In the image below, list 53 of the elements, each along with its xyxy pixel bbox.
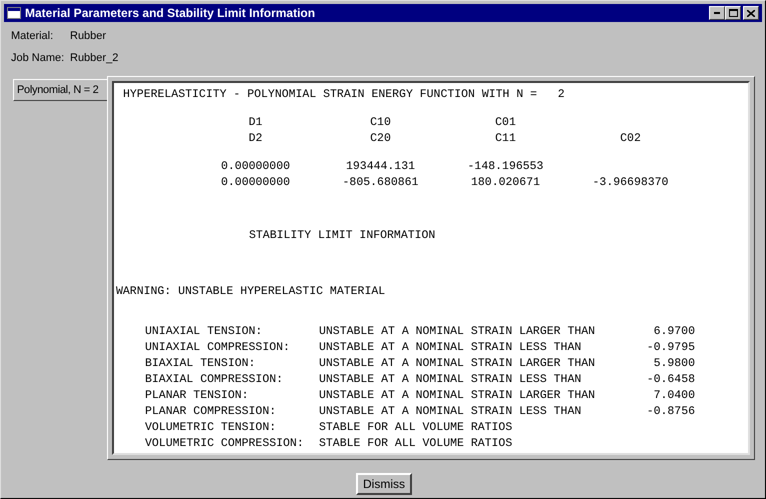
coefficient-value: -3.96698370 (592, 175, 670, 191)
stability-result: UNSTABLE AT A NOMINAL STRAIN LESS THAN (319, 372, 582, 388)
stability-mode: VOLUMETRIC COMPRESSION: (145, 436, 305, 452)
stability-mode: UNIAXIAL COMPRESSION: (145, 340, 291, 356)
coefficient-value: 180.020671 (470, 175, 541, 191)
tab[interactable]: Polynomial, N = 2 (13, 79, 107, 101)
stability-result: UNSTABLE AT A NOMINAL STRAIN LESS THAN (319, 404, 582, 420)
coefficient-value: 0.00000000 (220, 159, 291, 175)
field-value: Rubber (70, 28, 106, 44)
window-title: Material Parameters and Stability Limit Information (25, 5, 316, 22)
stability-mode: UNIAXIAL TENSION: (145, 324, 264, 340)
coefficient-label: C11 (494, 131, 517, 147)
coefficient-value: -805.680861 (342, 175, 420, 191)
close-icon (747, 10, 755, 16)
stability-result: STABLE FOR ALL VOLUME RATIOS (319, 420, 514, 436)
minimize-icon (714, 12, 720, 14)
coefficient-label: C20 (369, 131, 392, 147)
warning-text: WARNING: UNSTABLE HYPERELASTIC MATERIAL (116, 284, 386, 300)
coefficient-label: C02 (619, 131, 642, 147)
stability-mode: PLANAR COMPRESSION: (145, 404, 278, 420)
stability-value: -0.6458 (646, 372, 695, 388)
minimize-button[interactable] (709, 6, 725, 20)
field-label: Material: (11, 28, 54, 44)
stability-mode: PLANAR TENSION: (145, 388, 250, 404)
stability-result: UNSTABLE AT A NOMINAL STRAIN LESS THAN (319, 340, 582, 356)
coefficient-label: C10 (369, 115, 392, 131)
coefficient-label: C01 (494, 115, 517, 131)
stability-value: 7.0400 (652, 388, 695, 404)
stability-result: UNSTABLE AT A NOMINAL STRAIN LARGER THAN (319, 388, 596, 404)
stability-value: 5.9800 (652, 356, 695, 372)
coefficient-label: D1 (248, 115, 264, 131)
stability-result: STABLE FOR ALL VOLUME RATIOS (319, 436, 514, 452)
stability-value: 6.9700 (652, 324, 695, 340)
coefficient-value: -148.196553 (466, 159, 544, 175)
coefficient-value: 193444.131 (344, 159, 416, 175)
stability-value: -0.9795 (646, 340, 695, 356)
maximize-icon (728, 9, 738, 17)
coefficient-value: 0.00000000 (220, 175, 291, 191)
stability-mode: BIAXIAL TENSION: (145, 356, 256, 372)
stability-mode: BIAXIAL COMPRESSION: (145, 372, 284, 388)
section-title: STABILITY LIMIT INFORMATION (249, 228, 436, 244)
field-value: Rubber_2 (70, 50, 118, 66)
stability-result: UNSTABLE AT A NOMINAL STRAIN LARGER THAN (319, 356, 596, 372)
dismiss-button[interactable]: Dismiss (356, 473, 412, 495)
stability-result: UNSTABLE AT A NOMINAL STRAIN LARGER THAN (319, 324, 596, 340)
output-heading: HYPERELASTICITY - POLYNOMIAL STRAIN ENERGY FUNCTION WITH N = 2 (123, 87, 565, 103)
stability-value: -0.8756 (646, 404, 695, 420)
stability-mode: VOLUMETRIC TENSION: (145, 420, 278, 436)
field-label: Job Name: (11, 50, 66, 66)
maximize-button[interactable] (725, 6, 741, 20)
coefficient-label: D2 (248, 131, 264, 147)
window-icon (7, 7, 21, 19)
close-button[interactable] (743, 6, 759, 20)
